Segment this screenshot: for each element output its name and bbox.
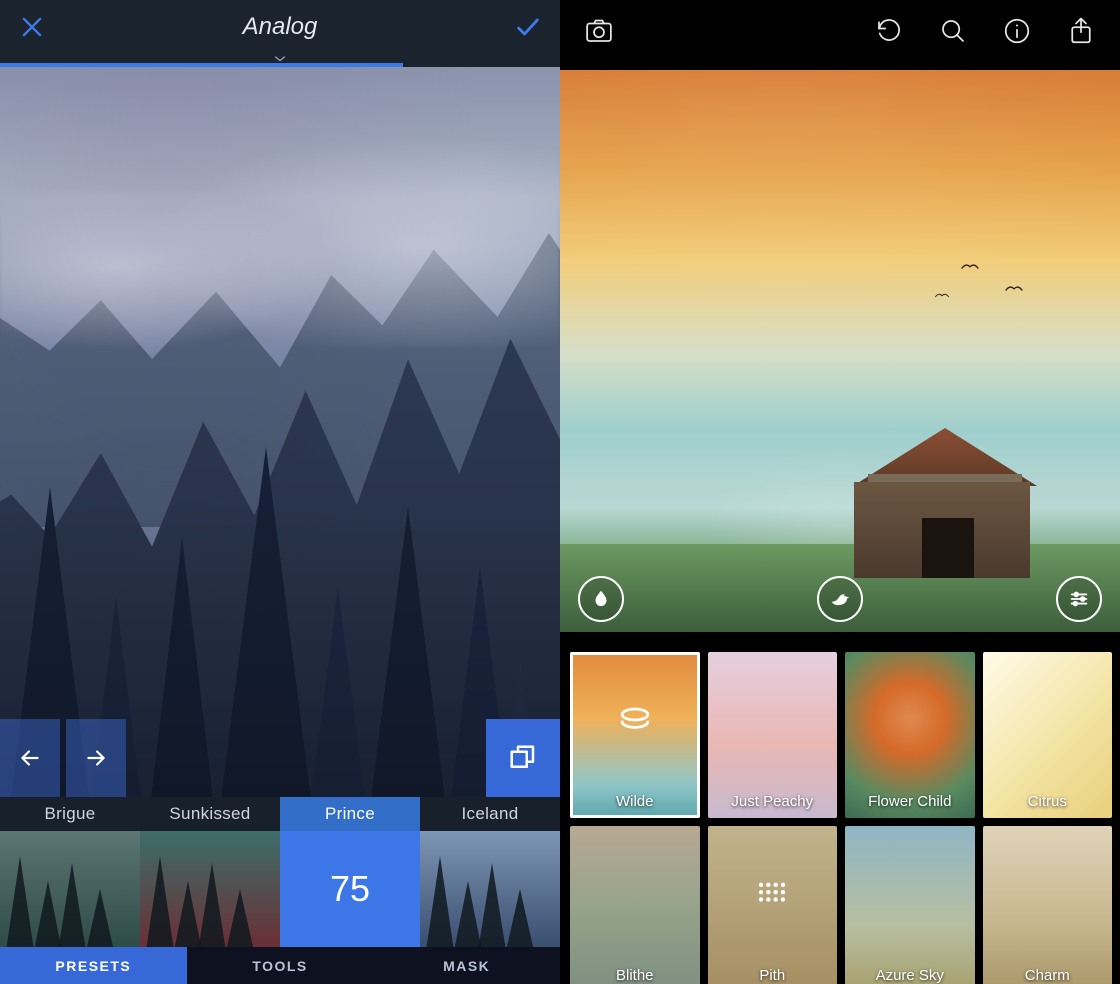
filter-label: Blithe (570, 967, 700, 984)
overlay-tool-buttons (560, 576, 1120, 622)
left-header: Analog (0, 0, 560, 53)
filter-label: Just Peachy (708, 793, 838, 810)
preset-sunkissed[interactable]: Sunkissed (140, 797, 280, 947)
history-controls (0, 719, 126, 797)
undo-icon[interactable] (868, 10, 910, 52)
info-icon[interactable] (996, 10, 1038, 52)
preset-brigue[interactable]: Brigue (0, 797, 140, 947)
compare-button[interactable] (486, 719, 560, 797)
filter-label: Flower Child (845, 793, 975, 810)
redo-button[interactable] (66, 719, 126, 797)
bottom-tabs: PRESETS TOOLS MASK (0, 947, 560, 984)
preset-label: Brigue (0, 797, 140, 831)
preset-label: Prince (280, 797, 420, 831)
left-app-panel: Analog (0, 0, 560, 984)
camera-icon[interactable] (578, 10, 620, 52)
filter-azure-sky[interactable]: Azure Sky (845, 826, 975, 984)
preset-label: Iceland (420, 797, 560, 831)
preview-image[interactable] (0, 67, 560, 797)
preset-label: Sunkissed (140, 797, 280, 831)
undo-button[interactable] (0, 719, 60, 797)
stack-icon (570, 698, 700, 742)
filter-label: Azure Sky (845, 967, 975, 984)
filter-grid[interactable]: Wilde Just Peachy Flower Child Citrus Bl… (560, 642, 1120, 984)
sliders-icon[interactable] (1056, 576, 1102, 622)
filter-citrus[interactable]: Citrus (983, 652, 1113, 818)
preset-strip[interactable]: Brigue Sunkissed Prince 75 Iceland (0, 797, 560, 947)
filter-blithe[interactable]: Blithe (570, 826, 700, 984)
bird-icon (934, 286, 950, 294)
expand-chevron-icon[interactable] (0, 53, 560, 63)
filter-label: Wilde (570, 793, 700, 810)
tab-mask[interactable]: MASK (373, 947, 560, 984)
filter-just-peachy[interactable]: Just Peachy (708, 652, 838, 818)
barn-illustration (830, 428, 1060, 578)
bird-icon (1004, 280, 1024, 290)
filter-flower-child[interactable]: Flower Child (845, 652, 975, 818)
filter-wilde[interactable]: Wilde (570, 652, 700, 818)
filter-label: Charm (983, 967, 1113, 984)
filter-pith[interactable]: Pith (708, 826, 838, 984)
filter-charm[interactable]: Charm (983, 826, 1113, 984)
header-title: Analog (0, 13, 560, 41)
share-icon[interactable] (1060, 10, 1102, 52)
dots-icon (708, 872, 838, 916)
preset-prince[interactable]: Prince 75 (280, 797, 420, 947)
confirm-icon[interactable] (514, 13, 542, 41)
tab-presets[interactable]: PRESETS (0, 947, 187, 984)
preset-iceland[interactable]: Iceland (420, 797, 560, 947)
drop-icon[interactable] (578, 576, 624, 622)
close-icon[interactable] (18, 13, 46, 41)
bird-icon[interactable] (817, 576, 863, 622)
right-app-panel: Wilde Just Peachy Flower Child Citrus Bl… (560, 0, 1120, 984)
right-preview-image[interactable] (560, 70, 1120, 632)
search-icon[interactable] (932, 10, 974, 52)
bird-icon (960, 258, 980, 268)
tab-tools[interactable]: TOOLS (187, 947, 374, 984)
filter-label: Citrus (983, 793, 1113, 810)
filter-label: Pith (708, 967, 838, 984)
preset-intensity-value: 75 (280, 831, 420, 947)
right-toolbar (560, 0, 1120, 62)
